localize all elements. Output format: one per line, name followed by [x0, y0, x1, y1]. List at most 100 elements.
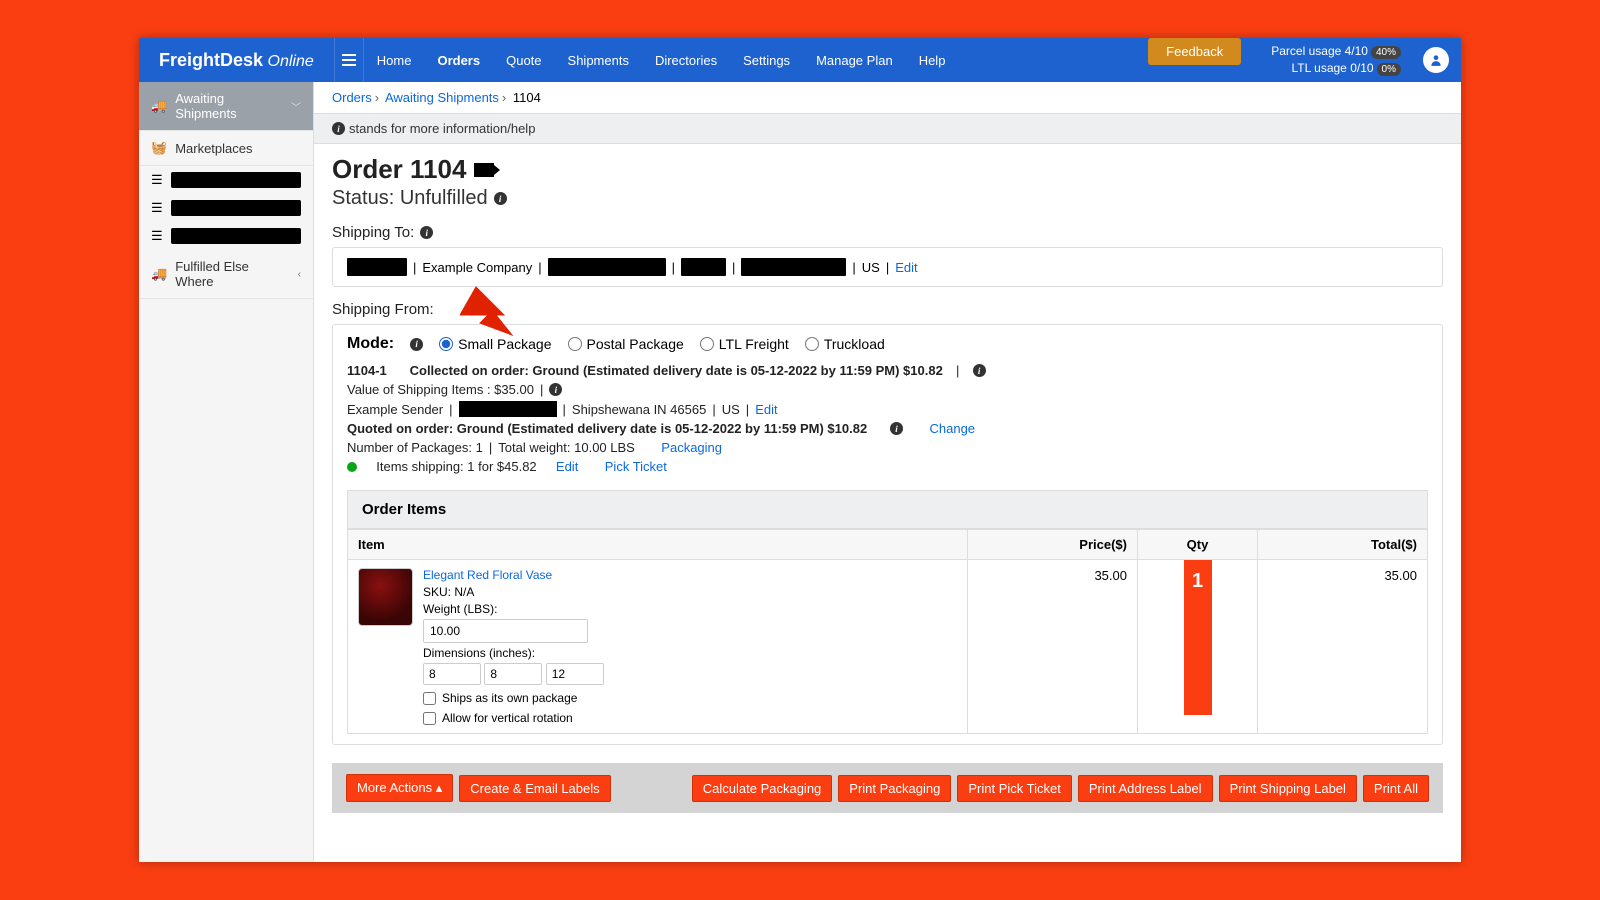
vertical-rotation-checkbox[interactable]: Allow for vertical rotation: [423, 711, 604, 725]
col-price: Price($): [968, 530, 1138, 560]
usage-stats: Parcel usage 4/1040% LTL usage 0/100%: [1271, 43, 1401, 77]
breadcrumb: Orders› Awaiting Shipments› 1104: [314, 82, 1461, 113]
edit-sender-link[interactable]: Edit: [755, 402, 777, 417]
weight-label: Weight (LBS):: [423, 602, 604, 616]
nav-help[interactable]: Help: [906, 38, 959, 82]
basket-icon: 🧺: [151, 140, 167, 156]
more-actions-button[interactable]: More Actions ▴: [346, 774, 453, 802]
action-footer: More Actions ▴ Create & Email Labels Cal…: [332, 763, 1443, 813]
list-icon: ☰: [151, 200, 163, 216]
print-packaging-button[interactable]: Print Packaging: [838, 775, 951, 802]
info-icon: i: [332, 122, 345, 135]
info-icon[interactable]: i: [410, 338, 423, 351]
info-icon[interactable]: i: [549, 383, 562, 396]
redacted: [548, 258, 666, 276]
crumb-current: 1104: [513, 90, 541, 105]
packaging-link[interactable]: Packaging: [661, 440, 722, 455]
sidebar-marketplaces[interactable]: 🧺 Marketplaces: [139, 131, 313, 166]
main-content: Orders› Awaiting Shipments› 1104 istands…: [314, 82, 1461, 862]
print-all-button[interactable]: Print All: [1363, 775, 1429, 802]
edit-items-link[interactable]: Edit: [556, 459, 578, 474]
crumb-orders[interactable]: Orders: [332, 90, 372, 105]
item-total: 35.00: [1258, 560, 1428, 734]
change-quote-link[interactable]: Change: [929, 421, 975, 436]
status-dot-icon: [347, 462, 357, 472]
shipping-from-panel: Mode: i Small Package Postal Package LTL…: [332, 324, 1443, 745]
sender-name: Example Sender: [347, 402, 443, 417]
info-icon[interactable]: i: [494, 192, 507, 205]
shipping-from-header: Shipping From:: [332, 301, 1443, 318]
sender-country: US: [722, 402, 740, 417]
chevron-down-icon: ﹀: [291, 99, 301, 114]
dim-height-input[interactable]: [546, 663, 604, 685]
sidebar: 🚚 Awaiting Shipments﹀ 🧺 Marketplaces ☰ ☰…: [139, 82, 314, 862]
feedback-button[interactable]: Feedback: [1148, 38, 1241, 65]
redacted: [741, 258, 846, 276]
chevron-left-icon: ‹: [298, 269, 301, 280]
redacted: [347, 258, 407, 276]
info-icon[interactable]: i: [973, 364, 986, 377]
nav-quote[interactable]: Quote: [493, 38, 554, 82]
order-status: Status: Unfulfilled i: [332, 187, 1443, 210]
item-qty: 1: [1184, 560, 1212, 715]
mode-label: Mode:: [347, 335, 394, 353]
shipping-to-header: Shipping To: i: [332, 224, 1443, 241]
print-shipping-label-button[interactable]: Print Shipping Label: [1219, 775, 1357, 802]
sidebar-marketplace-item[interactable]: ☰: [139, 166, 313, 194]
table-row: Elegant Red Floral Vase SKU: N/A Weight …: [348, 560, 1428, 734]
redacted: [681, 258, 726, 276]
own-package-checkbox[interactable]: Ships as its own package: [423, 691, 604, 705]
print-address-label-button[interactable]: Print Address Label: [1078, 775, 1213, 802]
nav-manage-plan[interactable]: Manage Plan: [803, 38, 906, 82]
dim-length-input[interactable]: [423, 663, 481, 685]
dim-width-input[interactable]: [484, 663, 542, 685]
collected-info: Collected on order: Ground (Estimated de…: [410, 363, 943, 378]
sidebar-marketplace-item[interactable]: ☰: [139, 194, 313, 222]
sidebar-awaiting-shipments[interactable]: 🚚 Awaiting Shipments﹀: [139, 82, 313, 131]
weight-input[interactable]: [423, 619, 588, 643]
nav-settings[interactable]: Settings: [730, 38, 803, 82]
video-icon[interactable]: [474, 163, 494, 177]
create-email-labels-button[interactable]: Create & Email Labels: [459, 775, 610, 802]
product-name-link[interactable]: Elegant Red Floral Vase: [423, 568, 604, 582]
product-thumbnail: [358, 568, 413, 626]
mode-small-package[interactable]: Small Package: [439, 336, 551, 352]
product-sku: SKU: N/A: [423, 585, 604, 599]
info-icon[interactable]: i: [420, 226, 433, 239]
order-items-header: Order Items: [347, 490, 1428, 529]
info-help-bar: istands for more information/help: [314, 113, 1461, 144]
crumb-awaiting[interactable]: Awaiting Shipments: [385, 90, 499, 105]
value-shipping-items: Value of Shipping Items : $35.00: [347, 382, 534, 397]
avatar[interactable]: [1423, 47, 1449, 73]
main-nav: Home Orders Quote Shipments Directories …: [364, 38, 959, 82]
logo: FreightDesk Online: [139, 50, 334, 71]
nav-orders[interactable]: Orders: [424, 38, 493, 82]
col-item: Item: [348, 530, 968, 560]
mode-ltl-freight[interactable]: LTL Freight: [700, 336, 789, 352]
topbar: FreightDesk Online Home Orders Quote Shi…: [139, 38, 1461, 82]
nav-shipments[interactable]: Shipments: [555, 38, 642, 82]
nav-directories[interactable]: Directories: [642, 38, 730, 82]
mode-postal-package[interactable]: Postal Package: [568, 336, 684, 352]
page-title: Order 1104: [332, 154, 1443, 185]
edit-ship-to-link[interactable]: Edit: [895, 260, 917, 275]
sidebar-marketplace-item[interactable]: ☰: [139, 222, 313, 250]
ship-to-company: Example Company: [422, 260, 532, 275]
print-pick-ticket-button[interactable]: Print Pick Ticket: [957, 775, 1071, 802]
info-icon[interactable]: i: [890, 422, 903, 435]
items-shipping: Items shipping: 1 for $45.82: [376, 459, 536, 474]
shipping-to-panel: | Example Company | | | | US | Edit: [332, 247, 1443, 287]
package-count: Number of Packages: 1: [347, 440, 483, 455]
col-qty: Qty: [1138, 530, 1258, 560]
nav-home[interactable]: Home: [364, 38, 425, 82]
item-price: 35.00: [968, 560, 1138, 734]
menu-toggle-icon[interactable]: [334, 38, 364, 82]
redacted: [459, 401, 557, 417]
order-items-table: Item Price($) Qty Total($) Elegant Red F…: [347, 529, 1428, 734]
calculate-packaging-button[interactable]: Calculate Packaging: [692, 775, 833, 802]
pick-ticket-link[interactable]: Pick Ticket: [605, 459, 667, 474]
mode-truckload[interactable]: Truckload: [805, 336, 885, 352]
ship-to-country: US: [862, 260, 880, 275]
sidebar-fulfilled-elsewhere[interactable]: 🚚 Fulfilled Else Where‹: [139, 250, 313, 299]
col-total: Total($): [1258, 530, 1428, 560]
